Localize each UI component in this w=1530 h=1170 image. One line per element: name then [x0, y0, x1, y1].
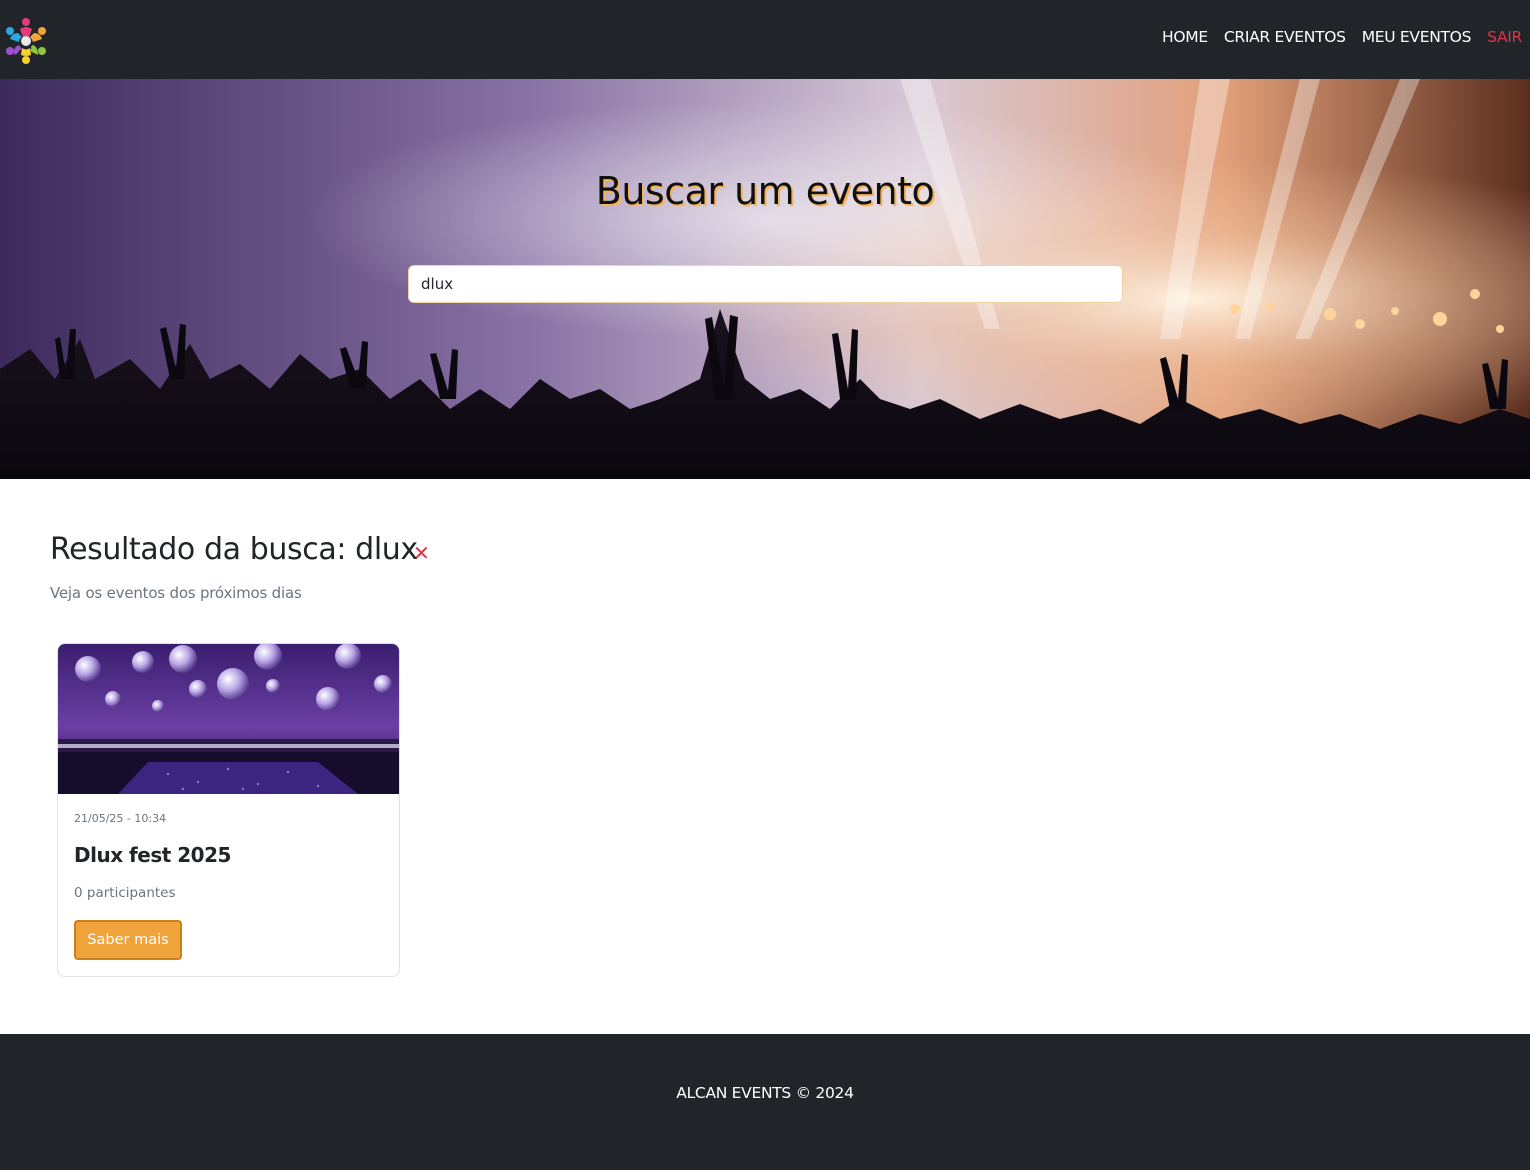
people-circle-logo-icon[interactable] — [0, 15, 52, 67]
nav-create-events-link[interactable]: CRIAR EVENTOS — [1224, 28, 1346, 46]
results-title: Resultado da busca: dlux — [50, 532, 418, 567]
hero-title: Buscar um evento — [595, 169, 935, 213]
event-card[interactable]: 21/05/25 - 10:34 Dlux fest 2025 0 partic… — [57, 643, 400, 977]
nav-my-events-link[interactable]: MEU EVENTOS — [1362, 28, 1472, 46]
footer-text: ALCAN EVENTS © 2024 — [676, 1084, 854, 1102]
nav-links: HOME CRIAR EVENTOS MEU EVENTOS SAIR — [1162, 28, 1522, 46]
results-subtitle: Veja os eventos dos próximos dias — [50, 584, 302, 602]
event-title: Dlux fest 2025 — [74, 843, 231, 867]
footer: ALCAN EVENTS © 2024 — [0, 1034, 1530, 1170]
search-input[interactable] — [408, 265, 1123, 303]
learn-more-button[interactable]: Saber mais — [74, 920, 182, 960]
event-date: 21/05/25 - 10:34 — [74, 812, 167, 825]
clear-search-icon[interactable]: ✕ — [413, 542, 430, 564]
top-navbar: HOME CRIAR EVENTOS MEU EVENTOS SAIR — [0, 0, 1530, 79]
disco-ball-party-image — [58, 644, 399, 794]
hero-banner: Buscar um evento — [0, 79, 1530, 479]
nav-logout-link[interactable]: SAIR — [1487, 28, 1522, 46]
event-participants: 0 participantes — [74, 885, 176, 901]
nav-home-link[interactable]: HOME — [1162, 28, 1208, 46]
